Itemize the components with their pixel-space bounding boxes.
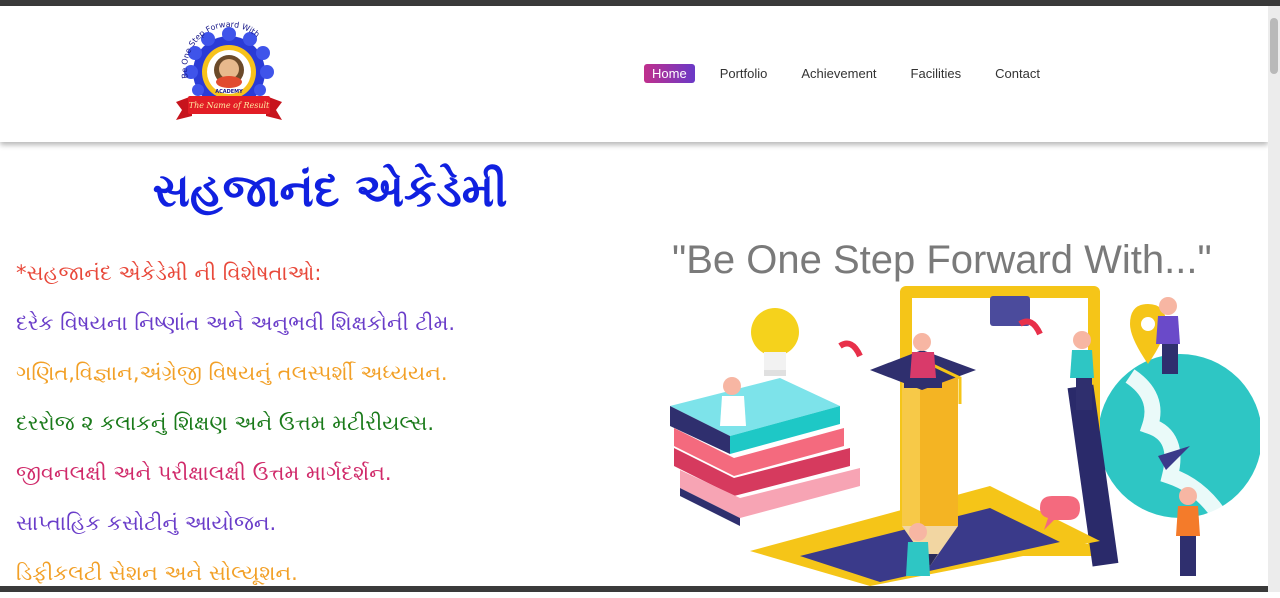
feature-item: દરરોજ ૨ કલાકનું શિક્ષણ અને ઉત્તમ મટીરીયલ… (16, 411, 435, 435)
features-heading: *સહજાનંદ એકેડેમી ની વિશેષતાઓ: (16, 261, 322, 285)
tagline: "Be One Step Forward With..." (672, 238, 1212, 282)
feature-item: ગણિત,વિજ્ઞાન,અંગ્રેજી વિષયનું તલસ્પર્શી … (16, 361, 448, 385)
browser-bottom-strip (0, 586, 1268, 592)
nav-facilities[interactable]: Facilities (911, 66, 962, 81)
globe-icon (1098, 354, 1260, 518)
academy-title: સહજાનંદ એકેડેમી (152, 163, 508, 217)
student-figure (906, 523, 930, 576)
feature-item: દરેક વિષયના નિષ્ણાંત અને અનુભવી શિક્ષકોન… (16, 311, 456, 335)
student-figure (720, 377, 746, 426)
logo-ribbon-text: The Name of Result (189, 101, 270, 110)
feature-item: જીવનલક્ષી અને પરીક્ષાલક્ષી ઉત્તમ માર્ગદર… (16, 461, 392, 485)
logo-academy-text: ACADEMY (215, 89, 243, 95)
nav-contact[interactable]: Contact (995, 66, 1040, 81)
feature-item: સાપ્તાહિક કસોટીનું આયોજન. (16, 511, 277, 535)
books-icon (670, 378, 860, 526)
nav-home[interactable]: Home (644, 64, 695, 83)
academy-logo[interactable]: Be One Step Forward With The Name of Res… (170, 20, 288, 128)
site-header: Be One Step Forward With The Name of Res… (0, 6, 1268, 142)
scrollbar-thumb[interactable] (1270, 18, 1278, 74)
main-nav: Home Portfolio Achievement Facilities Co… (644, 64, 1040, 83)
education-illustration (670, 286, 1260, 586)
nav-achievement[interactable]: Achievement (801, 66, 876, 81)
page-scrollbar[interactable] (1268, 6, 1280, 592)
lightbulb-icon (751, 308, 799, 356)
nav-portfolio[interactable]: Portfolio (720, 66, 768, 81)
features-list: *સહજાનંદ એકેડેમી ની વિશેષતાઓ: દરેક વિષયન… (16, 248, 636, 598)
